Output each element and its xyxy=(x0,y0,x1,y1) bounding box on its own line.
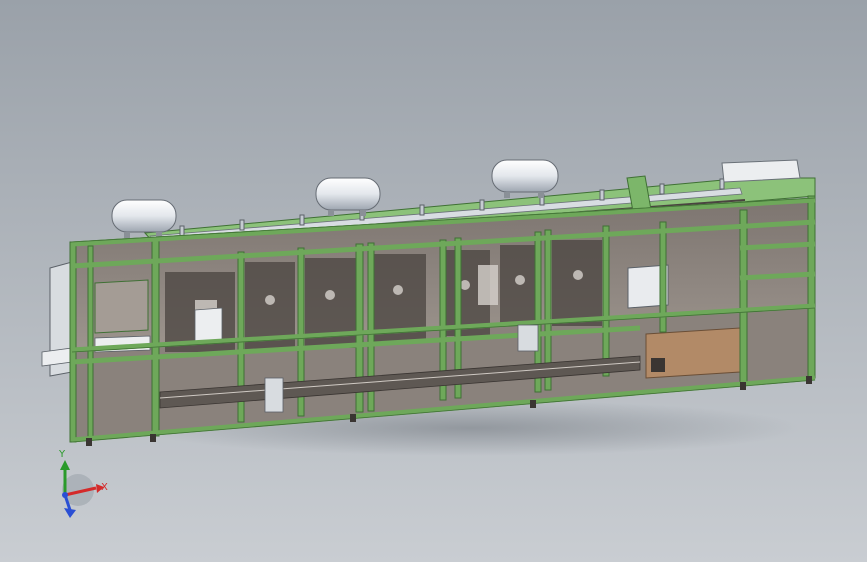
left-panel-upper xyxy=(94,279,149,334)
mid-sensor-box xyxy=(517,324,539,352)
y-axis-label: Y xyxy=(59,449,66,460)
cad-scene[interactable] xyxy=(0,0,867,562)
right-top-cover xyxy=(721,159,801,183)
hmi-screen xyxy=(194,307,223,343)
cad-viewport[interactable]: X Y xyxy=(0,0,867,562)
panel-handle xyxy=(651,358,665,372)
x-axis-label: X xyxy=(101,482,108,493)
triad-center xyxy=(62,492,68,498)
lower-sensor-box xyxy=(264,377,284,413)
